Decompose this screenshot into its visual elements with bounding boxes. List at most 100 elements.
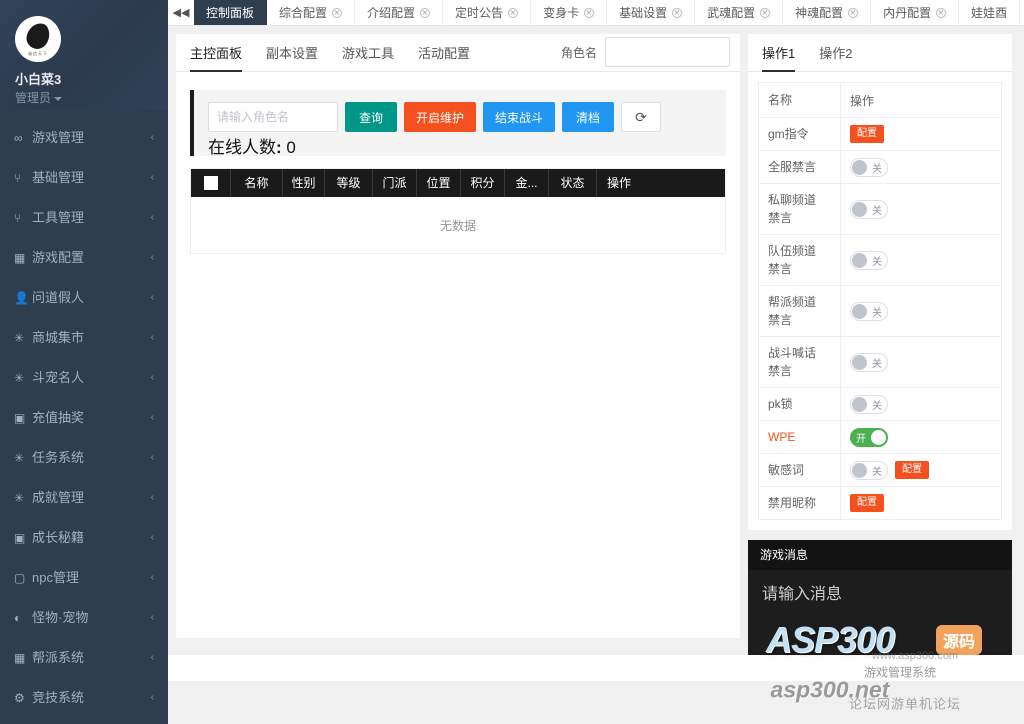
top-tab-9[interactable]: 娃娃酉 (959, 0, 1021, 25)
close-icon[interactable] (508, 7, 519, 18)
online-count-display: 在线人数: 0 (208, 138, 296, 157)
chevron-right-icon: ‹ (150, 692, 154, 703)
toggle-switch[interactable]: 关 (850, 394, 888, 414)
operations-tab-1[interactable]: 操作2 (807, 43, 864, 71)
sidebar-item-10[interactable]: ▣ 成长秘籍 ‹ (0, 518, 168, 558)
toggle-knob (852, 396, 867, 412)
operations-tab-0[interactable]: 操作1 (762, 43, 807, 72)
column-header-1: 性别 (283, 169, 325, 197)
user-role-dropdown[interactable]: 管理员 (15, 89, 168, 106)
tabs-scroll-left-icon[interactable]: ◀◀ (168, 0, 194, 25)
sidebar-profile: 诚信天下 小白菜3 管理员 (0, 0, 168, 110)
sidebar-item-13[interactable]: ▦ 帮派系统 ‹ (0, 638, 168, 678)
close-icon[interactable] (584, 7, 595, 18)
sidebar-item-2[interactable]: ⑂ 工具管理 ‹ (0, 198, 168, 238)
toggle-switch[interactable]: 关 (850, 460, 888, 480)
clear-archive-button[interactable]: 清档 (562, 102, 615, 132)
sidebar-item-label: npc管理 (32, 570, 79, 585)
close-icon[interactable] (936, 7, 947, 18)
sidebar-item-3[interactable]: ▦ 游戏配置 ‹ (0, 238, 168, 278)
operation-action: 开 (841, 421, 1001, 453)
sidebar-item-0[interactable]: ∞ 游戏管理 ‹ (0, 118, 168, 158)
left-tab-0[interactable]: 主控面板 (190, 43, 254, 72)
top-tabs: 控制面板 综合配置 介绍配置 定时公告 变身卡 基础设置 武魂配置 神魂配置 内丹配置 娃娃酉 (194, 0, 1021, 25)
operation-name: 禁用昵称 (759, 487, 841, 519)
top-tab-0[interactable]: 控制面板 (194, 0, 268, 25)
role-name-label: 角色名 (560, 45, 597, 60)
avatar[interactable]: 诚信天下 (15, 16, 61, 62)
toggle-switch[interactable]: 关 (850, 352, 888, 372)
toggle-switch[interactable]: 关 (850, 301, 888, 321)
chevron-right-icon: ‹ (150, 132, 154, 143)
chevron-right-icon: ‹ (150, 612, 154, 623)
top-tab-8[interactable]: 内丹配置 (871, 0, 960, 25)
configure-button[interactable]: 配置 (895, 461, 929, 479)
column-header-0: 名称 (231, 169, 283, 197)
sidebar-item-label: 竞技系统 (32, 690, 85, 705)
toggle-switch[interactable]: 关 (850, 250, 888, 270)
money-icon: ▣ (14, 531, 26, 545)
top-tab-5[interactable]: 基础设置 (607, 0, 696, 25)
refresh-icon[interactable]: ⟳ (621, 102, 662, 132)
sidebar-item-label: 怪物·宠物 (32, 610, 89, 625)
toggle-switch[interactable]: 关 (850, 199, 888, 219)
column-header-3: 门派 (373, 169, 417, 197)
sidebar-item-label: 商城集市 (32, 330, 85, 345)
sidebar-menu: ∞ 游戏管理 ‹ ⑂ 基础管理 ‹ ⑂ 工具管理 ‹ ▦ 游戏配置 ‹ 👤 问道假人 ‹ ✳ 商城集市 ‹ ✳ 斗宠名… (0, 110, 168, 724)
sidebar-item-15[interactable]: ⚙大日金乌‹ (0, 718, 168, 724)
close-icon[interactable] (420, 7, 431, 18)
sidebar-item-7[interactable]: ▣ 充值抽奖 ‹ (0, 398, 168, 438)
close-icon[interactable] (672, 7, 683, 18)
end-battle-button[interactable]: 结束战斗 (483, 102, 556, 132)
top-tab-label: 内丹配置 (883, 6, 932, 20)
footer-strip (168, 655, 1024, 681)
configure-button[interactable]: 配置 (850, 125, 884, 143)
asterisk-icon: ✳ (14, 451, 25, 465)
select-all-checkbox[interactable] (191, 169, 231, 197)
operation-action: 关 (841, 235, 1001, 285)
operation-action: 关 (841, 337, 1001, 387)
toggle-switch[interactable]: 关 (850, 157, 888, 177)
sidebar-item-6[interactable]: ✳ 斗宠名人 ‹ (0, 358, 168, 398)
left-tab-2[interactable]: 游戏工具 (330, 43, 406, 71)
close-icon[interactable] (848, 7, 859, 18)
sidebar-item-4[interactable]: 👤 问道假人 ‹ (0, 278, 168, 318)
fork-knife-icon: ⑂ (14, 171, 22, 185)
top-tab-bar: ◀◀ 控制面板 综合配置 介绍配置 定时公告 变身卡 基础设置 武魂配置 神魂配置 内丹配置 娃娃… (168, 0, 1024, 26)
top-tab-2[interactable]: 介绍配置 (355, 0, 444, 25)
sidebar-item-14[interactable]: ⚙ 竞技系统 ‹ (0, 678, 168, 718)
sidebar-item-1[interactable]: ⑂ 基础管理 ‹ (0, 158, 168, 198)
sidebar-item-12[interactable]: ◐ 怪物·宠物 ‹ (0, 598, 168, 638)
configure-button[interactable]: 配置 (850, 494, 884, 512)
chevron-right-icon: ‹ (151, 718, 154, 724)
sidebar-item-label: 充值抽奖 (32, 410, 85, 425)
query-button[interactable]: 查询 (345, 102, 397, 132)
game-message-input[interactable]: 请输入消息 (748, 570, 1012, 614)
toggle-state-label: 关 (872, 466, 882, 478)
toggle-switch[interactable]: 开 (850, 427, 888, 447)
left-tab-3[interactable]: 活动配置 (406, 43, 482, 71)
top-tab-4[interactable]: 变身卡 (531, 0, 608, 25)
operations-row: 战斗喊话 禁言 关 (759, 337, 1001, 388)
role-name-input[interactable] (605, 37, 730, 67)
operations-row: 队伍频道 禁言 关 (759, 235, 1001, 286)
tabs-scroll-right-icon[interactable]: ▶▶ (1020, 0, 1024, 25)
sidebar-item-11[interactable]: ▢ npc管理 ‹ (0, 558, 168, 598)
chevron-right-icon: ‹ (150, 252, 154, 263)
sidebar-item-8[interactable]: ✳ 任务系统 ‹ (0, 438, 168, 478)
close-icon[interactable] (332, 7, 343, 18)
sidebar-item-5[interactable]: ✳ 商城集市 ‹ (0, 318, 168, 358)
top-tab-7[interactable]: 神魂配置 (783, 0, 872, 25)
close-icon[interactable] (760, 7, 771, 18)
top-tab-3[interactable]: 定时公告 (443, 0, 532, 25)
gears-icon: ⚙ (14, 718, 32, 724)
search-input[interactable] (208, 102, 338, 132)
sidebar-item-9[interactable]: ✳ 成就管理 ‹ (0, 478, 168, 518)
top-tab-1[interactable]: 综合配置 (267, 0, 356, 25)
top-tab-label: 基础设置 (619, 6, 668, 20)
start-maintenance-button[interactable]: 开启维护 (404, 102, 477, 132)
operation-name: 私聊频道 禁言 (759, 184, 841, 234)
top-tab-6[interactable]: 武魂配置 (695, 0, 784, 25)
left-panel-tabs: 主控面板 副本设置 游戏工具 活动配置 角色名 (176, 34, 740, 72)
left-tab-1[interactable]: 副本设置 (254, 43, 330, 71)
